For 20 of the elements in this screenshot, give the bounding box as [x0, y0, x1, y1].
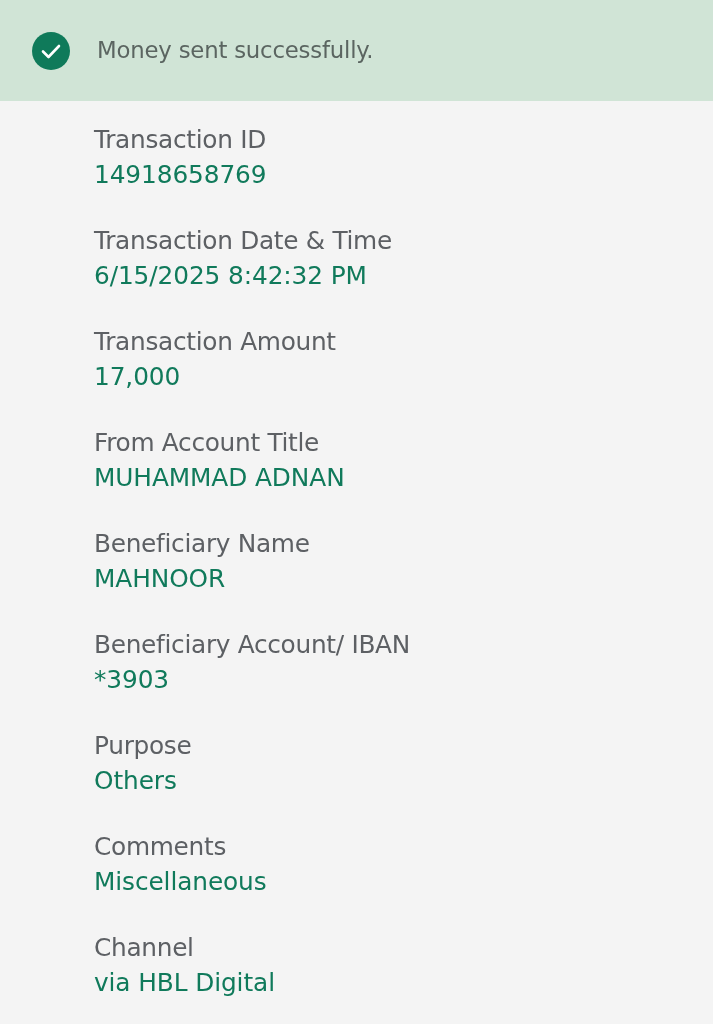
detail-label: Beneficiary Account/ IBAN: [94, 629, 411, 661]
detail-value: Others: [94, 765, 177, 797]
detail-label: Channel: [94, 932, 194, 964]
detail-value: via HBL Digital: [94, 967, 275, 999]
detail-value: Miscellaneous: [94, 866, 267, 898]
detail-value: MUHAMMAD ADNAN: [94, 462, 345, 494]
detail-label: Transaction Amount: [94, 326, 336, 358]
detail-value: 14918658769: [94, 159, 267, 191]
detail-label: Beneficiary Name: [94, 528, 310, 560]
detail-label: Purpose: [94, 730, 192, 762]
detail-label: From Account Title: [94, 427, 320, 459]
check-icon: [32, 31, 70, 70]
detail-value: 17,000: [94, 361, 181, 393]
detail-value: MAHNOOR: [94, 563, 226, 595]
success-message: Money sent successfully.: [97, 36, 374, 66]
detail-label: Comments: [94, 831, 226, 863]
detail-label: Transaction Date & Time: [94, 225, 392, 257]
detail-label: Transaction ID: [94, 124, 266, 156]
detail-value: *3903: [94, 664, 169, 696]
detail-value: 6/15/2025 8:42:32 PM: [94, 260, 367, 292]
